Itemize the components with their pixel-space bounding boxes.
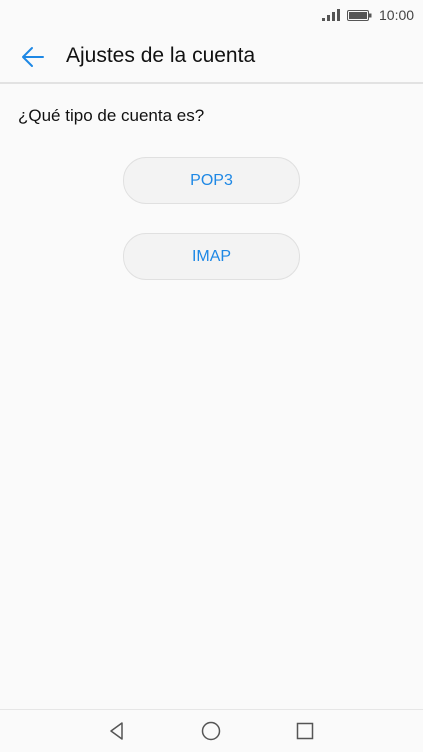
- status-bar: 10:00: [0, 0, 423, 32]
- signal-icon: [322, 9, 340, 21]
- page-title: Ajustes de la cuenta: [66, 44, 256, 67]
- battery-icon: [347, 10, 372, 21]
- nav-recents-button[interactable]: [293, 719, 317, 743]
- arrow-left-icon: [22, 47, 44, 67]
- imap-button-label: IMAP: [191, 247, 232, 265]
- navigation-bar: [0, 709, 423, 752]
- pop3-button[interactable]: POP3: [123, 157, 300, 204]
- circle-home-icon: [201, 721, 221, 741]
- imap-button[interactable]: IMAP: [123, 233, 300, 280]
- square-recents-icon: [296, 722, 314, 740]
- back-button[interactable]: [12, 40, 52, 74]
- status-time: 10:00: [379, 7, 415, 23]
- pop3-button-label: POP3: [190, 171, 233, 189]
- nav-back-button[interactable]: [105, 719, 129, 743]
- nav-home-button[interactable]: [199, 719, 223, 743]
- app-bar: Ajustes de la cuenta: [0, 32, 423, 84]
- triangle-back-icon: [110, 722, 123, 740]
- account-type-question: ¿Qué tipo de cuenta es?: [18, 106, 205, 125]
